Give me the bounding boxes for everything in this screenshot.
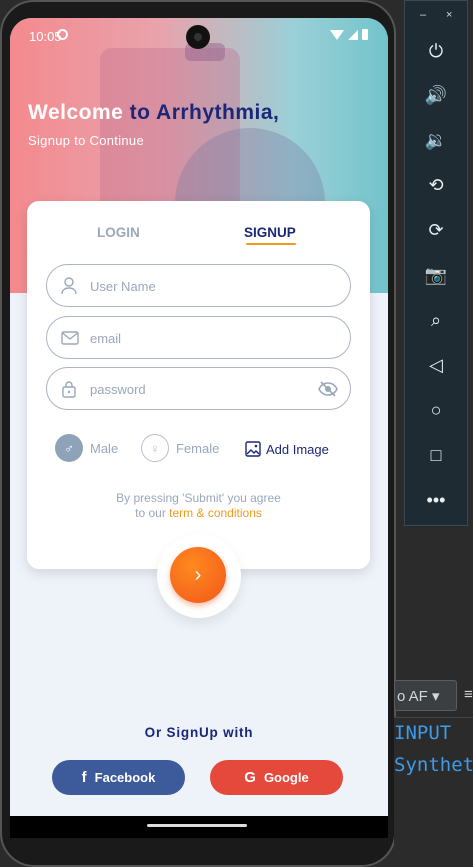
submit-button[interactable]: ›: [170, 547, 226, 603]
tab-login[interactable]: LOGIN: [97, 225, 140, 240]
volume-down-icon[interactable]: 🔉: [422, 126, 450, 154]
tab-signup[interactable]: SIGNUP: [244, 225, 296, 240]
facebook-button[interactable]: f Facebook: [52, 760, 185, 795]
wifi-icon: [330, 29, 344, 40]
phone-frame: 10:05 Welcome to Arrhythmia, Signup to C…: [0, 0, 396, 867]
google-icon: G: [244, 769, 256, 786]
google-label: Google: [263, 770, 309, 785]
active-tab-indicator: [246, 243, 296, 245]
app-screen: 10:05 Welcome to Arrhythmia, Signup to C…: [10, 18, 388, 838]
volume-up-icon[interactable]: 🔊: [422, 81, 450, 109]
terms-line2: to our term & conditions: [135, 506, 262, 520]
google-button[interactable]: G Google: [210, 760, 343, 795]
terms-link[interactable]: term & conditions: [169, 506, 262, 520]
terms-text: By pressing 'Submit' you agree: [116, 491, 281, 505]
facebook-label: Facebook: [94, 770, 156, 785]
signal-icon: [348, 29, 358, 40]
auth-card: LOGIN SIGNUP User Name email password ♂ …: [27, 201, 370, 569]
email-field[interactable]: email: [46, 316, 351, 359]
password-placeholder: password: [90, 382, 146, 397]
facebook-icon: f: [81, 769, 87, 786]
minimize-icon[interactable]: –: [420, 9, 426, 21]
home-icon[interactable]: ○: [422, 396, 450, 424]
welcome-subtitle: Signup to Continue: [28, 133, 144, 148]
username-field[interactable]: User Name: [46, 264, 351, 307]
password-field[interactable]: password: [46, 367, 351, 410]
gender-female-option[interactable]: ♀ Female: [141, 434, 219, 462]
email-placeholder: email: [90, 331, 122, 346]
image-icon: [245, 441, 261, 457]
power-icon[interactable]: ⏻: [422, 37, 450, 65]
ide-menu-icon[interactable]: ≡: [464, 686, 473, 703]
close-icon[interactable]: ×: [446, 9, 452, 21]
male-icon: ♂: [55, 434, 83, 462]
lock-icon: [62, 381, 76, 398]
home-gesture-bar[interactable]: [147, 824, 247, 827]
username-placeholder: User Name: [90, 279, 156, 294]
add-image-button[interactable]: Add Image: [245, 441, 329, 457]
desktop: 10:05 Welcome to Arrhythmia, Signup to C…: [0, 0, 473, 867]
chevron-right-icon: ›: [194, 563, 202, 586]
navigation-bar: [10, 816, 388, 838]
or-signup-label: Or SignUp with: [144, 725, 254, 740]
zoom-icon[interactable]: ⌕: [422, 306, 450, 334]
mail-icon: [61, 331, 79, 345]
back-icon[interactable]: ◁: [422, 351, 450, 379]
overview-icon[interactable]: □: [422, 441, 450, 469]
female-label: Female: [176, 440, 220, 456]
visibility-off-icon[interactable]: [318, 381, 338, 397]
status-bar: 10:05: [10, 18, 388, 54]
more-icon[interactable]: •••: [422, 486, 450, 514]
submit-button-container: ›: [157, 534, 241, 618]
welcome-title: Welcome to Arrhythmia,: [28, 101, 280, 124]
battery-icon: [362, 29, 368, 40]
ide-dropdown[interactable]: o AF ▾: [394, 680, 457, 711]
add-image-label: Add Image: [266, 441, 329, 457]
code-line: INPUT: [394, 722, 452, 744]
gender-male-option[interactable]: ♂ Male: [55, 434, 118, 462]
sync-icon: [57, 29, 68, 40]
rotate-left-icon[interactable]: ⟲: [422, 171, 450, 199]
user-icon: [61, 277, 77, 295]
camera-icon[interactable]: 📷: [422, 261, 450, 289]
front-camera: [186, 25, 210, 49]
emulator-toolbar: – × ⏻ 🔊 🔉 ⟲ ⟳ 📷 ⌕ ◁ ○ □ •••: [404, 0, 468, 526]
female-icon: ♀: [141, 434, 169, 462]
male-label: Male: [90, 440, 119, 456]
code-line: Synthet: [394, 754, 473, 776]
rotate-right-icon[interactable]: ⟳: [422, 216, 450, 244]
